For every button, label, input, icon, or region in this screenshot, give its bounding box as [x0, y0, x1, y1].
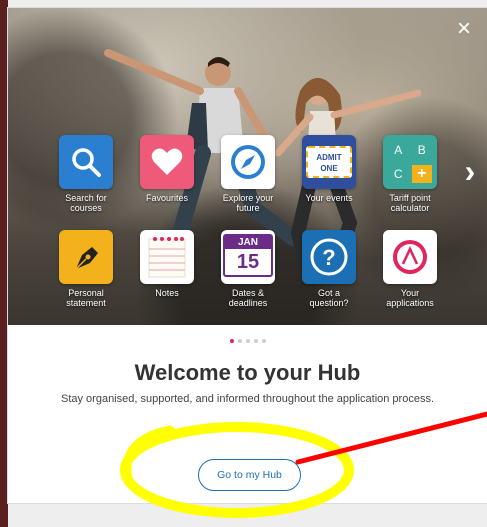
welcome-title: Welcome to your Hub: [134, 360, 361, 385]
carousel-dot[interactable]: [253, 339, 258, 343]
carousel-next-arrow[interactable]: ›: [459, 154, 481, 188]
tile-label: Favourites: [145, 193, 189, 203]
carousel-dots: [8, 330, 487, 348]
tile-label: Notes: [155, 288, 179, 298]
hero-image: × › Search for courses Favourites Explor…: [8, 8, 487, 325]
calculator-icon: A B C +: [383, 135, 437, 189]
compass-icon: [221, 135, 275, 189]
carousel-dot[interactable]: [237, 339, 242, 343]
carousel-dot[interactable]: [229, 339, 234, 343]
carousel-dot[interactable]: [245, 339, 250, 343]
pen-nib-icon: [59, 230, 113, 284]
heart-icon: [140, 135, 194, 189]
tile-label: Got a question?: [309, 288, 349, 308]
svg-text:?: ?: [322, 245, 335, 270]
calendar-month: JAN: [225, 236, 271, 249]
tile-label: Tariff point calculator: [389, 193, 431, 213]
ticket-text-admit: ADMIT: [316, 153, 342, 162]
calendar-icon: JAN 15: [221, 230, 275, 284]
tile-tariff-point-calculator[interactable]: A B C + Tariff point calculator: [379, 135, 441, 213]
question-icon: ?: [302, 230, 356, 284]
tile-personal-statement[interactable]: Personal statement: [55, 230, 117, 308]
welcome-subtitle: Stay organised, supported, and informed …: [60, 393, 435, 405]
tile-explore-your-future[interactable]: Explore your future: [217, 135, 279, 213]
tile-favourites[interactable]: Favourites: [136, 135, 198, 203]
go-to-my-hub-button[interactable]: Go to my Hub: [198, 459, 301, 491]
tile-label: Search for courses: [65, 193, 107, 213]
ticket-text-one: ONE: [320, 164, 338, 173]
calc-key-plus: +: [411, 164, 432, 183]
hub-welcome-modal: × › Search for courses Favourites Explor…: [8, 8, 487, 503]
tile-notes[interactable]: Notes: [136, 230, 198, 298]
search-icon: [59, 135, 113, 189]
tile-label: Dates & deadlines: [228, 288, 268, 308]
carousel-dot[interactable]: [261, 339, 266, 343]
notepad-icon: [140, 230, 194, 284]
calendar-day: 15: [236, 251, 260, 273]
left-edge-strip: [0, 0, 8, 527]
calc-key-a: A: [394, 143, 403, 158]
admit-one-ticket-icon: ADMIT ONE: [302, 135, 356, 189]
tile-your-applications[interactable]: Your applications: [379, 230, 441, 308]
calc-key-b: B: [417, 143, 426, 158]
tile-label: Explore your future: [222, 193, 274, 213]
applications-logo-icon: [383, 230, 437, 284]
calc-key-c: C: [393, 166, 403, 181]
tile-label: Personal statement: [66, 288, 106, 308]
tile-label: Your events: [305, 193, 353, 203]
tile-dates-deadlines[interactable]: JAN 15 Dates & deadlines: [217, 230, 279, 308]
tile-search-for-courses[interactable]: Search for courses: [55, 135, 117, 213]
tile-got-a-question[interactable]: ? Got a question?: [298, 230, 360, 308]
close-button[interactable]: ×: [453, 17, 475, 41]
tile-label: Your applications: [386, 288, 434, 308]
tile-your-events[interactable]: ADMIT ONE Your events: [298, 135, 360, 203]
